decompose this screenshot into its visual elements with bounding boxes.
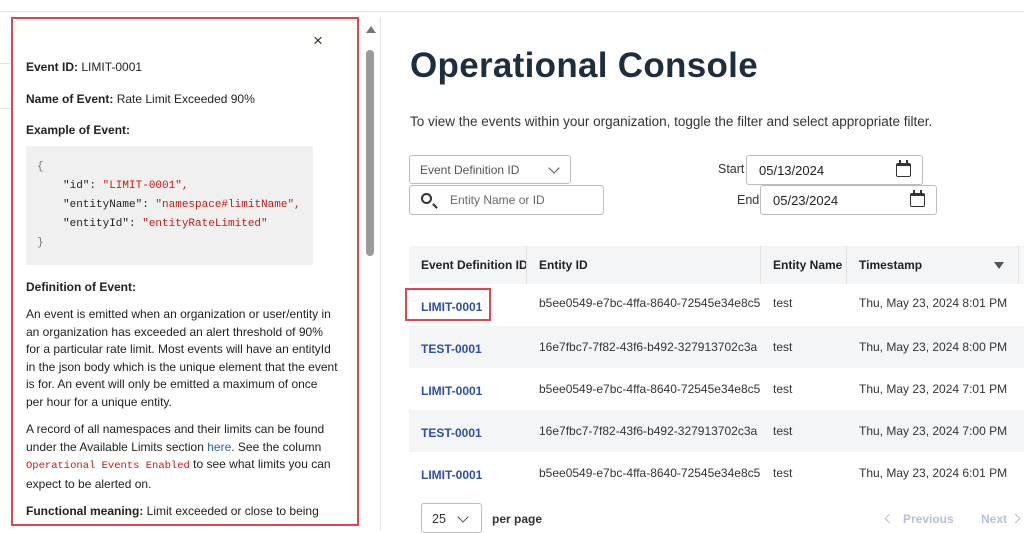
left-strip-divider <box>0 108 10 109</box>
start-date-label: Start <box>718 162 745 176</box>
chevron-down-icon <box>548 162 560 174</box>
event-id-label: Event ID: <box>26 60 79 74</box>
pagination-bar: 25 per page Previous Next <box>409 502 1024 533</box>
event-id-value: LIMIT-0001 <box>78 60 143 74</box>
start-date-value: 05/13/2024 <box>759 163 825 178</box>
code-line-entity-name: "entityName": "namespace#limitName", <box>37 196 303 215</box>
event-detail-panel: × Event ID: LIMIT-0001 Name of Event: Ra… <box>11 17 359 526</box>
scrollbar-thumb[interactable] <box>366 50 374 256</box>
start-date-input[interactable]: 05/13/2024 <box>746 155 923 185</box>
calendar-icon[interactable] <box>910 190 925 207</box>
timestamp-cell: Thu, May 23, 2024 7:01 PM <box>859 382 1008 396</box>
table-row: LIMIT-0001 b5ee0549-e7bc-4ffa-8640-72545… <box>409 368 1024 410</box>
table-row: LIMIT-0001 b5ee0549-e7bc-4ffa-8640-72545… <box>409 284 1024 326</box>
entity-name-cell: test <box>773 382 793 396</box>
definition-heading: Definition of Event: <box>26 279 136 294</box>
event-name-label: Name of Event: <box>26 91 114 106</box>
top-border <box>0 11 1024 12</box>
entity-id-cell: 16e7fbc7-7f82-43f6-b492-327913702c3a <box>539 340 758 354</box>
table-row: TEST-0001 16e7fbc7-7f82-43f6-b492-327913… <box>409 410 1024 452</box>
event-detail-content: Event ID: LIMIT-0001 Name of Event: Rate… <box>26 59 338 524</box>
select-value: Event Definition ID <box>420 163 520 177</box>
header-timestamp[interactable]: Timestamp <box>859 258 922 272</box>
scroll-up-arrow-icon[interactable] <box>366 26 376 33</box>
code-close-brace: } <box>37 236 44 249</box>
previous-page-button[interactable]: Previous <box>903 512 954 526</box>
page-size-select[interactable]: 25 <box>421 503 482 533</box>
definition-heading-line: Definition of Event: <box>26 279 338 297</box>
header-entity-id[interactable]: Entity ID <box>539 258 588 272</box>
table-header: Event Definition ID Entity ID Entity Nam… <box>409 246 1024 284</box>
entity-id-cell: 16e7fbc7-7f82-43f6-b492-327913702c3a <box>539 424 758 438</box>
header-event-definition-id[interactable]: Event Definition ID <box>421 258 528 272</box>
code-key: "entityId": <box>63 217 143 230</box>
code-line-entity-id: "entityId": "entityRateLimited" <box>37 215 303 234</box>
code-key: "entityName": <box>63 198 156 211</box>
functional-meaning-line: Functional meaning: Limit exceeded or cl… <box>26 503 338 524</box>
entity-name-cell: test <box>773 424 793 438</box>
chevron-down-icon <box>457 511 469 523</box>
table-row: LIMIT-0001 b5ee0549-e7bc-4ffa-8640-72545… <box>409 452 1024 494</box>
column-divider <box>760 246 761 284</box>
entity-search-input[interactable] <box>448 192 602 208</box>
header-entity-name[interactable]: Entity Name <box>773 258 842 272</box>
event-name-value: Rate Limit Exceeded 90% <box>113 91 255 106</box>
page-size-value: 25 <box>432 512 446 526</box>
entity-id-cell: b5ee0549-e7bc-4ffa-8640-72545e34e8c5 <box>539 382 761 396</box>
chevron-left-icon <box>884 513 895 524</box>
chevron-right-icon <box>1010 513 1021 524</box>
per-page-label: per page <box>492 512 543 526</box>
page-subtitle: To view the events within your organizat… <box>410 114 933 129</box>
record-text-part: . See the column <box>231 439 322 454</box>
events-table: Event Definition ID Entity ID Entity Nam… <box>409 246 1024 494</box>
column-divider <box>526 246 527 284</box>
column-divider <box>1018 246 1019 284</box>
timestamp-cell: Thu, May 23, 2024 8:01 PM <box>859 296 1008 310</box>
event-definition-link[interactable]: LIMIT-0001 <box>421 468 482 482</box>
end-date-label: End <box>737 193 760 207</box>
timestamp-cell: Thu, May 23, 2024 7:00 PM <box>859 424 1008 438</box>
entity-id-cell: b5ee0549-e7bc-4ffa-8640-72545e34e8c5 <box>539 466 761 480</box>
operational-events-column-code: Operational Events Enabled <box>26 460 190 472</box>
code-line-id: "id": "LIMIT-0001", <box>37 177 303 196</box>
panel-divider <box>380 17 381 530</box>
sort-descending-icon[interactable] <box>994 262 1004 269</box>
code-value: "namespace#limitName", <box>155 198 301 211</box>
example-heading: Example of Event: <box>26 123 131 137</box>
close-icon[interactable]: × <box>313 32 323 49</box>
code-value: "entityRateLimited" <box>142 217 268 230</box>
column-divider <box>846 246 847 284</box>
event-definition-link[interactable]: TEST-0001 <box>421 426 482 440</box>
record-text: A record of all namespaces and their lim… <box>26 421 338 493</box>
table-row: TEST-0001 16e7fbc7-7f82-43f6-b492-327913… <box>409 326 1024 368</box>
code-value: "LIMIT-0001", <box>102 179 189 192</box>
entity-name-cell: test <box>773 296 793 310</box>
page-title: Operational Console <box>410 46 758 85</box>
entity-search-field[interactable] <box>409 185 604 215</box>
end-date-value: 05/23/2024 <box>773 193 839 208</box>
available-limits-link[interactable]: here <box>207 440 231 454</box>
example-code-block: { "id": "LIMIT-0001", "entityName": "nam… <box>26 145 313 265</box>
highlight-box <box>405 288 491 321</box>
end-date-input[interactable]: 05/23/2024 <box>760 185 937 215</box>
event-id-line: Event ID: LIMIT-0001 <box>26 59 338 77</box>
left-strip-divider <box>0 63 10 64</box>
example-heading-line: Example of Event: <box>26 122 338 140</box>
definition-text: An event is emitted when an organization… <box>26 307 338 409</box>
functional-meaning-label: Functional meaning: <box>26 504 144 518</box>
entity-id-cell: b5ee0549-e7bc-4ffa-8640-72545e34e8c5 <box>539 296 761 310</box>
event-name-line: Name of Event: Rate Limit Exceeded 90% <box>26 91 338 109</box>
timestamp-cell: Thu, May 23, 2024 8:00 PM <box>859 340 1008 354</box>
code-open-brace: { <box>37 160 44 173</box>
entity-name-cell: test <box>773 466 793 480</box>
code-key: "id": <box>63 179 103 192</box>
search-icon <box>421 193 432 204</box>
event-definition-link[interactable]: TEST-0001 <box>421 342 482 356</box>
next-page-button[interactable]: Next <box>981 512 1007 526</box>
timestamp-cell: Thu, May 23, 2024 6:01 PM <box>859 466 1008 480</box>
event-definition-link[interactable]: LIMIT-0001 <box>421 384 482 398</box>
event-definition-select[interactable]: Event Definition ID <box>409 155 571 184</box>
calendar-icon[interactable] <box>896 160 911 177</box>
entity-name-cell: test <box>773 340 793 354</box>
